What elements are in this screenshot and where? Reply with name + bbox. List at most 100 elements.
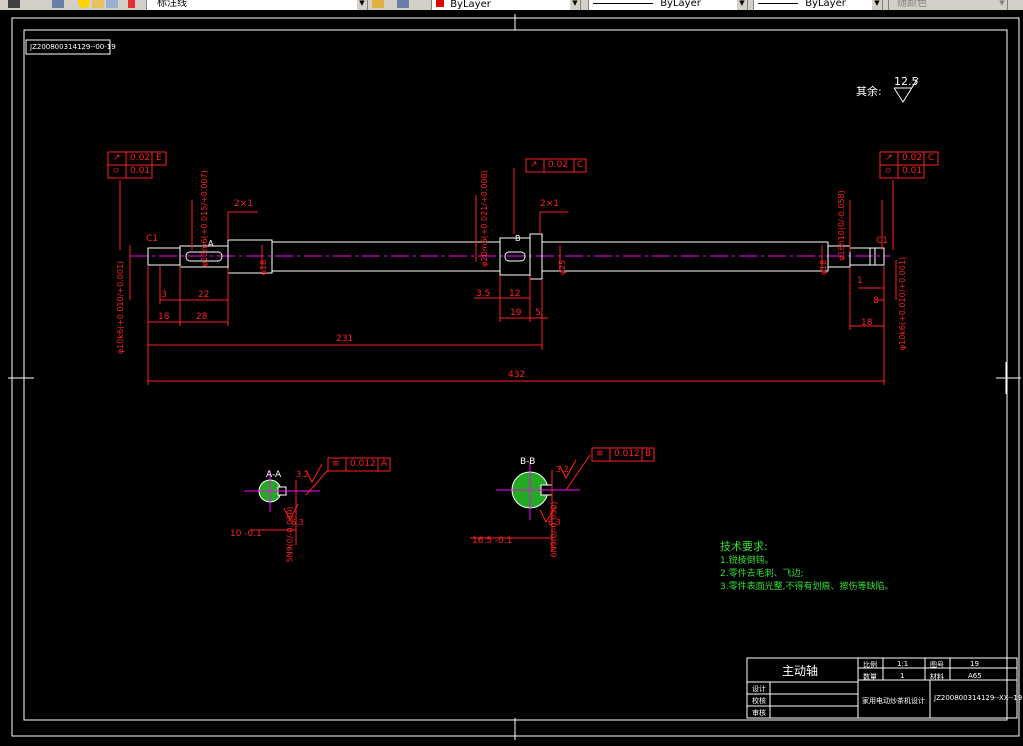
sec-b-depth: 16.5 -0.1	[472, 536, 513, 546]
runout-icon: ↗	[885, 153, 893, 163]
dim-18-right: 18	[861, 318, 873, 328]
section-a-label: A-A	[266, 470, 282, 480]
cylindricity-icon: ⌭	[113, 166, 120, 176]
material-label: 材料	[930, 673, 944, 681]
scale-label: 比例	[863, 661, 877, 669]
sec-a-width: 5N9(0/-0.030)	[285, 506, 295, 563]
tolerance-frames	[107, 151, 939, 472]
layer-dropdown-value: 标注线	[157, 0, 187, 9]
linetype-dropdown[interactable]: ByLayer ▼	[588, 0, 748, 10]
plotstyle-dropdown[interactable]: 随颜色 ▼	[888, 0, 1008, 10]
mid-runout-value: 0.02	[548, 160, 569, 170]
plotstyle-dropdown-value: 随颜色	[897, 0, 927, 9]
lock-icon[interactable]	[106, 0, 118, 8]
roughness-prefix: 其余:	[856, 85, 882, 98]
section-b-label: B-B	[520, 457, 536, 467]
material-value: A65	[968, 672, 982, 680]
chevron-down-icon: ▼	[872, 0, 882, 10]
left-cyl-value: 0.01	[130, 166, 151, 176]
sec-b-sym-value: 0.012	[614, 449, 640, 459]
left-runout-datum: E	[156, 153, 162, 163]
phi13: φ13m6(+0.015/+0.007)	[199, 170, 209, 267]
runout-icon: ↗	[530, 160, 538, 170]
layer-dropdown[interactable]: 标注线 ▼	[146, 0, 368, 10]
notes-title: 技术要求:	[720, 540, 768, 553]
project-code: JZ200800314129--XX--19	[934, 694, 1023, 702]
chevron-down-icon: ▼	[997, 0, 1007, 10]
symmetry-icon: ≡	[332, 459, 340, 469]
color-dropdown-value: ByLayer	[450, 0, 491, 10]
lineweight-dropdown-value: ByLayer	[805, 0, 846, 9]
color-swatch-icon	[128, 0, 135, 8]
sec-b-ra: 3.2	[556, 465, 569, 474]
phi20: φ20m6(+0.021/+0.008)	[479, 170, 489, 267]
sec-a-ra: 3.2	[296, 470, 309, 479]
note-item: 1.锐棱倒钝。	[720, 556, 774, 566]
lineweight-dropdown[interactable]: ByLayer ▼	[753, 0, 883, 10]
dim-19: 19	[510, 308, 522, 318]
phi16-right: φ16h10(0/-0.058)	[836, 190, 846, 261]
right-runout-value: 0.02	[902, 153, 923, 163]
phi18-left: φ18	[259, 259, 269, 276]
checked-label: 校核	[752, 697, 766, 705]
chamfer-left: 2×1	[234, 199, 253, 209]
linetype-dropdown-value: ByLayer	[660, 0, 701, 9]
bulb-icon[interactable]	[78, 0, 90, 8]
dim-22: 22	[198, 290, 210, 300]
drawing-number: JZ200800314129--00-19	[30, 43, 116, 51]
dim-3: 3	[161, 290, 167, 300]
symmetry-icon: ≡	[596, 449, 604, 459]
chamfer-c1-right: C1	[876, 236, 889, 246]
section-marker-a: A	[208, 239, 214, 248]
color-dropdown[interactable]: ByLayer ▼	[431, 0, 581, 10]
sec-a-datum: A	[381, 459, 388, 469]
layer-previous-icon[interactable]	[397, 0, 409, 8]
chevron-down-icon: ▼	[357, 0, 367, 10]
note-item: 3.零件表面光整,不得有划痕、擦伤等缺陷。	[720, 582, 894, 592]
chamfer-c1-left: C1	[146, 234, 159, 244]
drawing-canvas[interactable]: JZ200800314129--00-19 其余: 12.5 ↗ 0.02 E …	[0, 10, 1023, 742]
chevron-down-icon: ▼	[737, 0, 747, 10]
dim-18-left: 18	[158, 312, 170, 322]
dim-3-5: 3.5	[476, 289, 491, 299]
approved-label: 审核	[752, 709, 766, 717]
quantity-label: 数量	[863, 673, 877, 681]
linetype-sample	[593, 3, 653, 4]
phi10-left: φ10k6(+0.010/+0.001)	[116, 260, 126, 355]
dim-432: 432	[508, 370, 526, 380]
sec-b-datum: B	[645, 449, 652, 459]
chevron-down-icon: ▼	[570, 0, 580, 10]
scale-value: 1:1	[897, 660, 909, 668]
designed-label: 设计	[752, 685, 766, 693]
dim-5: 5	[535, 308, 541, 318]
color-swatch-icon	[436, 0, 444, 7]
roughness-value: 12.5	[894, 75, 919, 88]
sec-b-ra63: 6.3	[548, 518, 561, 527]
layer-manager-icon[interactable]	[8, 0, 20, 8]
drawing-no-label: 图号	[930, 661, 944, 669]
phi10-right: φ10k6(+0.010/+0.001)	[898, 256, 908, 351]
dim-1: 1	[857, 276, 863, 286]
make-current-icon[interactable]	[372, 0, 384, 8]
sec-a-ra63: 6.3	[291, 518, 304, 527]
chamfer-mid: 2×1	[540, 199, 559, 209]
sun-icon[interactable]	[92, 0, 104, 8]
phi18-right: φ18	[819, 259, 829, 276]
drawing-no-value: 19	[970, 660, 979, 668]
dim-231: 231	[336, 334, 354, 344]
dim-8: 8	[873, 296, 879, 306]
cylindricity-icon: ⌭	[885, 166, 892, 176]
phi25: φ25	[558, 259, 568, 276]
project-name: 家用电动炒茶机设计	[862, 697, 925, 705]
properties-toolbar: 标注线 ▼ ByLayer ▼ ByLayer ▼ ByLayer ▼ 随颜色 …	[0, 0, 1023, 10]
sec-a-depth: 10 -0.1	[230, 529, 262, 539]
right-runout-datum: C	[928, 153, 935, 163]
dim-28: 28	[196, 312, 208, 322]
dim-12: 12	[509, 289, 521, 299]
sec-a-sym-value: 0.012	[350, 459, 376, 469]
layers-icon[interactable]	[52, 0, 64, 8]
lineweight-sample	[758, 3, 798, 4]
quantity-value: 1	[900, 672, 905, 680]
runout-icon: ↗	[113, 153, 121, 163]
section-marker-b: B	[515, 234, 521, 243]
